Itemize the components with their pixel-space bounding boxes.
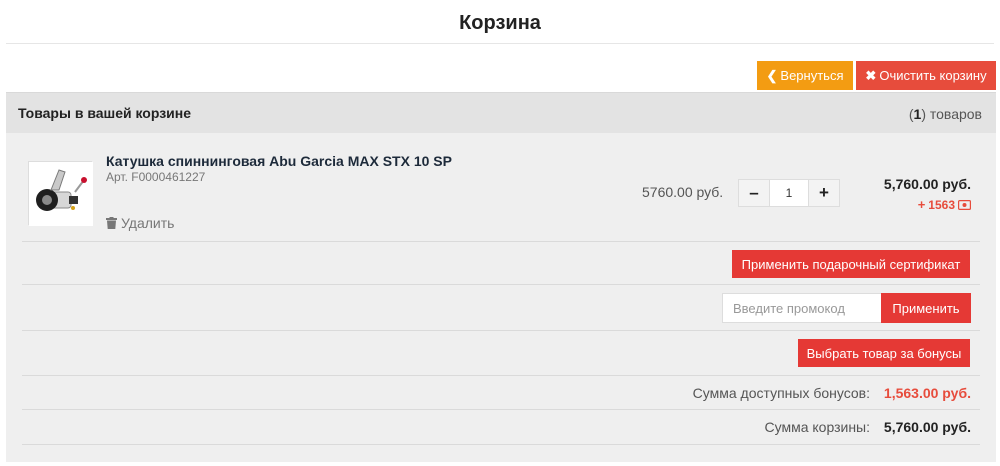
- close-icon: ✖: [865, 67, 877, 83]
- page-title: Корзина: [459, 12, 541, 34]
- item-bonus-value: 1563: [928, 197, 955, 212]
- product-image[interactable]: [28, 161, 93, 226]
- title-divider: [6, 43, 994, 44]
- bonus-plus-icon: +: [917, 197, 926, 212]
- quantity-increase-button[interactable]: +: [809, 180, 839, 206]
- product-sku: Арт. F0000461227: [106, 170, 206, 184]
- cart-count-unit: товаров: [929, 106, 982, 122]
- cart-total-label: Сумма корзины:: [764, 419, 871, 435]
- product-name[interactable]: Катушка спиннинговая Abu Garcia MAX STX …: [106, 153, 452, 169]
- plus-icon: +: [819, 183, 829, 202]
- minus-icon: –: [749, 183, 759, 202]
- bonus-icon: [958, 199, 971, 210]
- apply-gift-certificate-button[interactable]: Применить подарочный сертификат: [732, 250, 970, 278]
- remove-item-label: Удалить: [121, 215, 175, 231]
- clear-cart-button[interactable]: ✖ Очистить корзину: [856, 61, 996, 90]
- row-divider: [22, 284, 980, 285]
- fishing-reel-image: [29, 162, 93, 226]
- cart-total-value: 5,760.00 руб.: [883, 419, 971, 435]
- unit-price: 5760.00 руб.: [642, 184, 724, 200]
- available-bonus-value: 1,563.00 руб.: [883, 385, 971, 401]
- promo-code-input[interactable]: [722, 293, 882, 323]
- cart-header-title: Товары в вашей корзине: [18, 105, 192, 121]
- clear-cart-label: Очистить корзину: [879, 68, 987, 83]
- chevron-left-icon: ❮: [766, 67, 778, 83]
- back-button-label: Вернуться: [780, 68, 844, 83]
- row-divider: [22, 444, 980, 445]
- cart-header: Товары в вашей корзине (1) товаров: [6, 93, 996, 133]
- trash-icon: [106, 217, 117, 229]
- quantity-stepper: – +: [738, 179, 840, 207]
- select-bonus-item-button[interactable]: Выбрать товар за бонусы: [798, 339, 970, 367]
- item-bonus: + 1563: [918, 197, 971, 212]
- apply-promo-button[interactable]: Применить: [881, 293, 971, 323]
- row-divider: [22, 409, 980, 410]
- remove-item-button[interactable]: Удалить: [106, 215, 174, 231]
- available-bonus-label: Сумма доступных бонусов:: [692, 385, 870, 401]
- row-divider: [22, 241, 980, 242]
- row-divider: [22, 330, 980, 331]
- item-total-price: 5,760.00 руб.: [883, 176, 971, 192]
- row-divider: [22, 375, 980, 376]
- quantity-decrease-button[interactable]: –: [739, 180, 769, 206]
- cart-panel: Товары в вашей корзине (1) товаров Катуш…: [6, 92, 996, 462]
- cart-count-number: 1: [913, 106, 922, 122]
- back-button[interactable]: ❮ Вернуться: [757, 61, 853, 90]
- quantity-input[interactable]: [769, 180, 809, 206]
- cart-item-count: (1) товаров: [908, 106, 982, 122]
